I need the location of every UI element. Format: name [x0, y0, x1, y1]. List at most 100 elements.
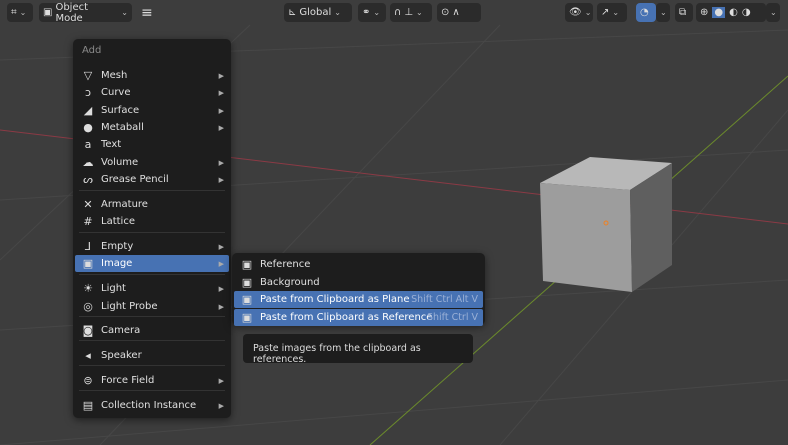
menu-item-label: Force Field [101, 375, 155, 386]
menu-item-label: Paste from Clipboard as Plane [260, 294, 410, 305]
menu-item-label: Armature [101, 199, 148, 210]
curve-icon: ↄ [84, 86, 92, 99]
visibility-button[interactable]: 👁 ⌄ [565, 3, 593, 22]
image-icon: ▣ [82, 257, 94, 270]
image-submenu: ▣ Reference ▣ Background ▣ Paste from Clipboa… [232, 253, 485, 326]
menu-item-empty[interactable]: ⅃ Empty ▶ [75, 238, 229, 255]
menu-item-grease-pencil[interactable]: ᔕ Grease Pencil ▶ [75, 171, 229, 188]
material-shading-icon[interactable]: ◐ [729, 7, 738, 18]
rendered-shading-icon[interactable]: ◑ [742, 7, 751, 18]
light-icon: ☀ [83, 282, 93, 295]
solid-shading-icon[interactable]: ● [712, 7, 726, 18]
menu-item-light[interactable]: ☀ Light ▶ [75, 280, 229, 297]
menu-item-label: Lattice [101, 216, 135, 227]
menu-item-label: Reference [260, 259, 311, 270]
xray-toggle[interactable]: ⧉ [675, 3, 693, 22]
menu-title: Add [82, 45, 102, 56]
add-menu: Add ▽ Mesh ▶ ↄ Curve ▶ ◢ Surface ▶ ● Metaball ▶ a Tex… [73, 39, 231, 418]
submenu-item-reference[interactable]: ▣ Reference [234, 256, 483, 273]
menu-item-label: Camera [101, 325, 141, 336]
orientation-icon: ⊾ [288, 7, 297, 18]
object-mode-icon: ▣ [43, 7, 53, 18]
snap-increment-icon: ⊥ [404, 7, 414, 18]
proportional-icon: ⊙ [441, 7, 450, 18]
submenu-item-paste-from-clipboard-as-reference[interactable]: ▣ Paste from Clipboard as Reference Shift … [234, 308, 483, 326]
mode-selector[interactable]: ▣ Object Mode ⌄ [39, 1, 132, 24]
menu-button[interactable]: ≡ [137, 3, 155, 22]
menu-item-force-field[interactable]: ⊜ Force Field ▶ [75, 372, 229, 389]
surface-icon: ◢ [83, 104, 93, 117]
pivot-button[interactable]: ⚭ ⌄ [358, 3, 386, 22]
menu-item-metaball[interactable]: ● Metaball ▶ [75, 119, 229, 136]
submenu-arrow-icon: ▶ [218, 88, 224, 97]
menu-item-label: Paste from Clipboard as Reference [260, 311, 433, 323]
falloff-icon: ∧ [452, 7, 460, 18]
mode-label: Object Mode [55, 1, 89, 24]
menu-item-volume[interactable]: ☁ Volume ▶ [75, 154, 229, 171]
menu-item-label: Image [101, 258, 133, 269]
overlays-toggle[interactable]: ◔ [636, 3, 656, 22]
empty-icon: ⅃ [84, 240, 92, 253]
cube[interactable] [540, 157, 672, 292]
menu-item-label: Metaball [101, 122, 144, 133]
gizmo-toggle[interactable]: ↗ ⌄ [597, 3, 627, 22]
tooltip: Paste images from the clipboard as refer… [243, 334, 473, 365]
menu-item-speaker[interactable]: ◂ Speaker [75, 347, 229, 364]
menu-item-mesh[interactable]: ▽ Mesh ▶ [75, 67, 229, 84]
overlays-dropdown[interactable]: ⌄ [656, 3, 670, 22]
submenu-arrow-icon: ▶ [218, 376, 224, 385]
menu-item-lattice[interactable]: # Lattice [75, 213, 229, 230]
menu-item-light-probe[interactable]: ◎ Light Probe ▶ [75, 298, 229, 315]
menu-item-collection-instance[interactable]: ▤ Collection Instance ▶ [75, 397, 229, 414]
submenu-item-background[interactable]: ▣ Background [234, 274, 483, 291]
image-icon: ▣ [241, 258, 253, 271]
wireframe-shading-icon[interactable]: ⊕ [700, 7, 708, 18]
grease-pencil-icon: ᔕ [83, 173, 93, 186]
submenu-item-paste-from-clipboard-as-plane[interactable]: ▣ Paste from Clipboard as Plane Shift Ctrl… [234, 291, 483, 308]
menu-item-curve[interactable]: ↄ Curve ▶ [75, 84, 229, 101]
menu-separator [79, 190, 225, 191]
transform-orientation-selector[interactable]: ⊾ Global ⌄ [284, 3, 352, 22]
gizmo-icon: ⌗ [11, 7, 17, 18]
menu-item-label: Empty [101, 241, 134, 252]
menu-item-label: Surface [101, 105, 140, 116]
mesh-icon: ▽ [83, 69, 93, 82]
menu-item-label: Mesh [101, 70, 128, 81]
image-icon: ▣ [241, 293, 253, 306]
volume-icon: ☁ [82, 156, 94, 169]
menu-separator [79, 274, 225, 275]
eye-icon: 👁 [569, 7, 582, 18]
pivot-icon: ⚭ [362, 7, 371, 18]
armature-icon: ✕ [83, 198, 93, 211]
submenu-arrow-icon: ▶ [218, 259, 224, 268]
menu-separator [79, 316, 225, 317]
force-field-icon: ⊜ [83, 374, 93, 387]
lattice-icon: # [83, 215, 93, 228]
menu-item-image[interactable]: ▣ Image ▶ [75, 255, 229, 272]
submenu-arrow-icon: ▶ [218, 71, 224, 80]
menu-item-label: Speaker [101, 350, 142, 361]
metaball-icon: ● [83, 121, 93, 134]
menu-item-label: Light [101, 283, 126, 294]
menu-item-label: Light Probe [101, 301, 158, 312]
shading-dropdown[interactable]: ⌄ [766, 3, 780, 22]
menu-item-label: Volume [101, 157, 139, 168]
menu-item-text[interactable]: a Text [75, 136, 229, 153]
submenu-arrow-icon: ▶ [218, 284, 224, 293]
proportional-edit-button[interactable]: ⊙ ∧ [437, 3, 481, 22]
menu-item-label: Grease Pencil [101, 174, 169, 185]
image-icon: ▣ [241, 275, 253, 289]
submenu-arrow-icon: ▶ [218, 175, 224, 184]
hamburger-icon: ≡ [141, 4, 153, 21]
menu-item-armature[interactable]: ✕ Armature [75, 196, 229, 213]
xray-icon: ⧉ [679, 7, 687, 18]
snap-button[interactable]: ∩ ⊥ ⌄ [390, 3, 432, 22]
submenu-arrow-icon: ▶ [218, 302, 224, 311]
menu-item-camera[interactable]: ◙ Camera [75, 322, 229, 339]
orientation-label: Global [299, 7, 332, 18]
text-icon: a [84, 138, 92, 151]
shading-modes[interactable]: ⊕ ● ◐ ◑ [696, 3, 766, 22]
menu-item-label: Curve [101, 87, 131, 98]
object-gizmo-button[interactable]: ⌗ ⌄ [7, 3, 33, 22]
menu-item-surface[interactable]: ◢ Surface ▶ [75, 102, 229, 119]
